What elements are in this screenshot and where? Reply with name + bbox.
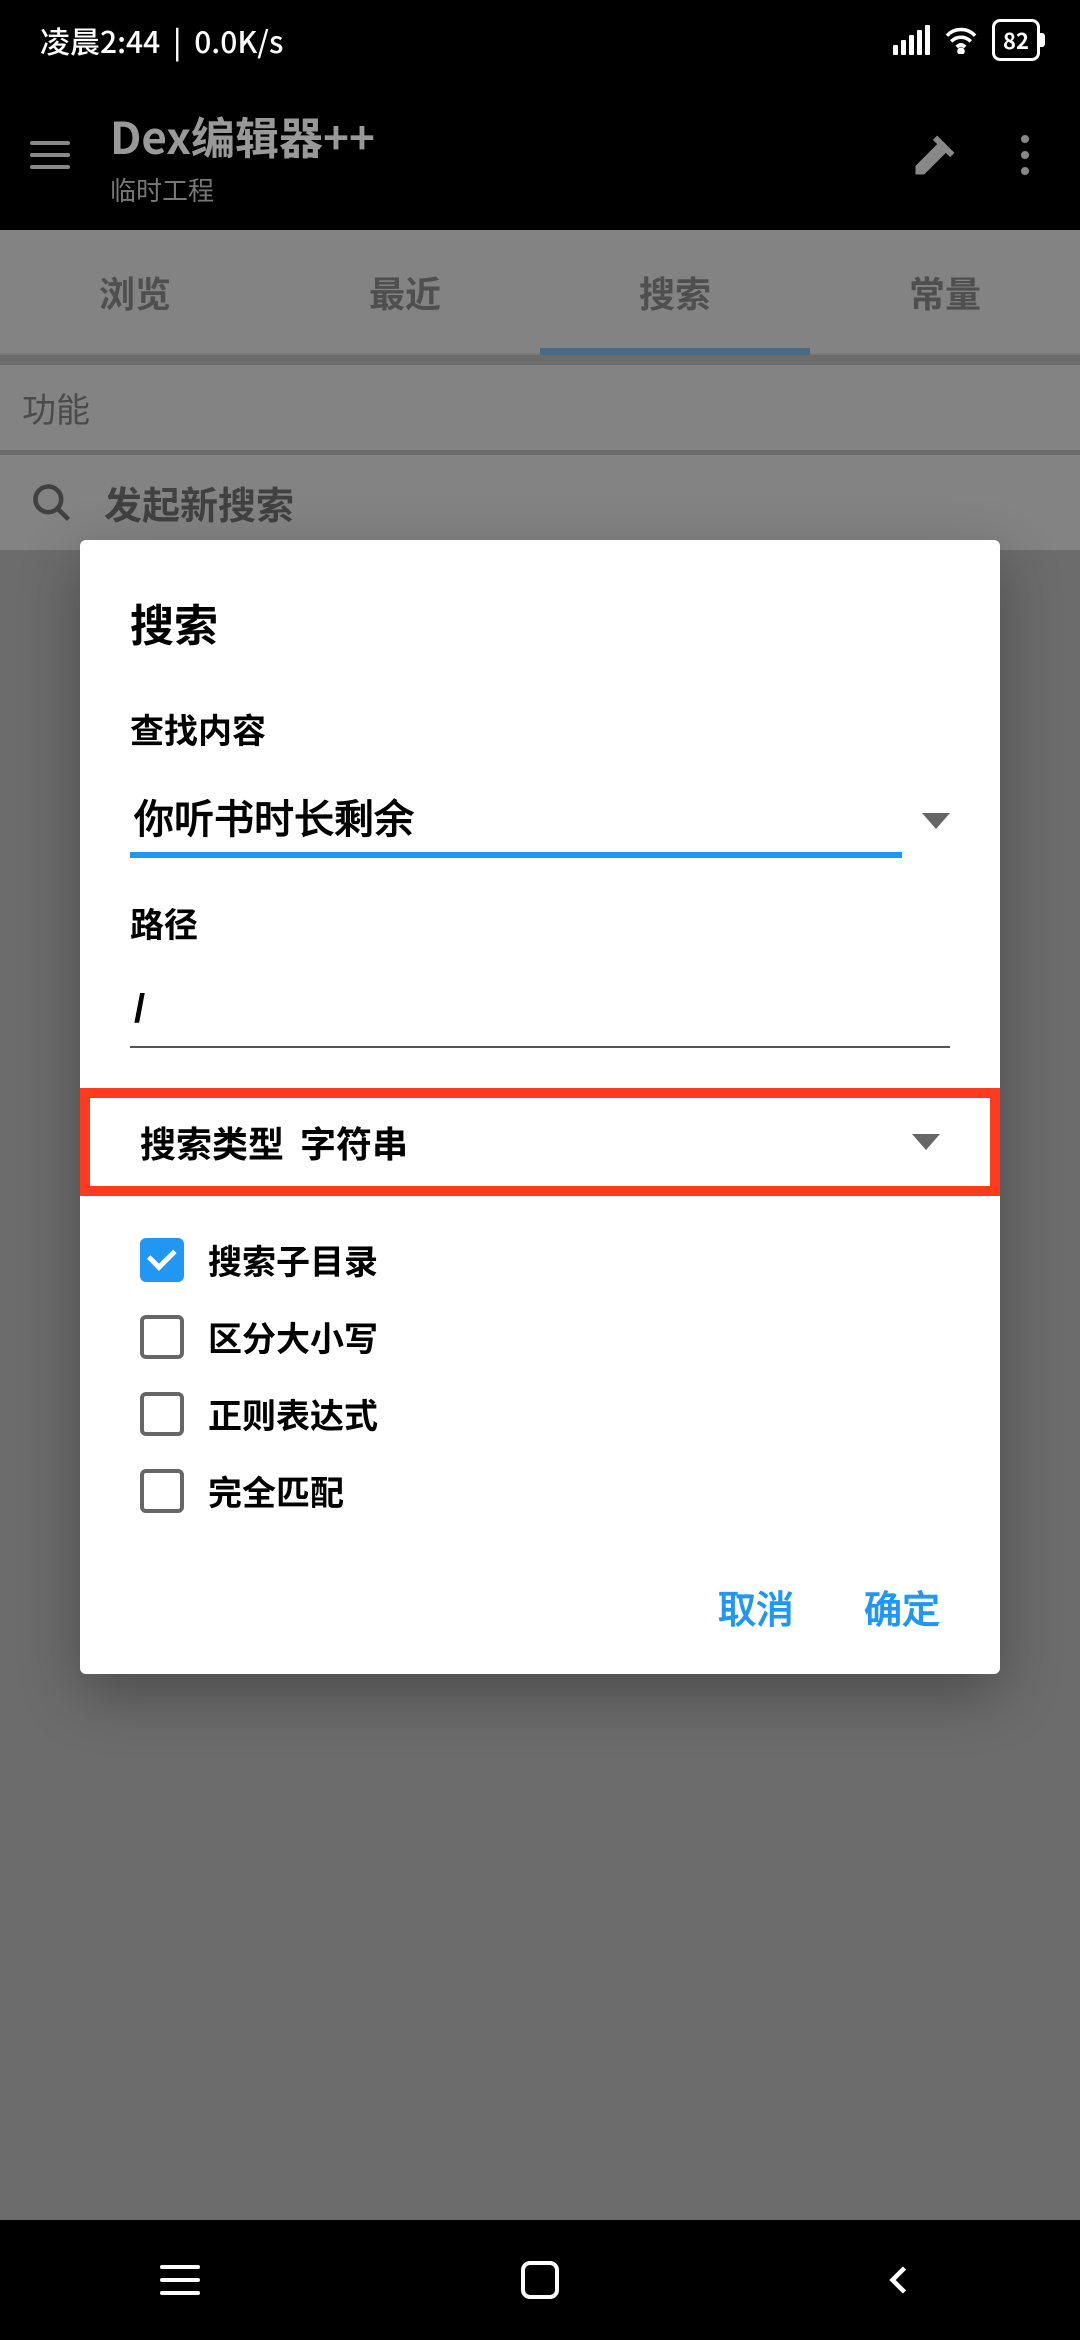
option-case-sensitive[interactable]: 区分大小写	[130, 1298, 950, 1375]
checkbox-sub-dirs[interactable]	[140, 1238, 184, 1282]
option-case-sensitive-label: 区分大小写	[208, 1312, 378, 1361]
wifi-icon	[944, 26, 978, 54]
search-type-label: 搜索类型	[140, 1116, 284, 1168]
option-regex-label: 正则表达式	[208, 1389, 378, 1438]
option-whole-match[interactable]: 完全匹配	[130, 1452, 950, 1529]
cancel-button[interactable]: 取消	[718, 1579, 794, 1634]
query-dropdown-icon[interactable]	[922, 813, 950, 829]
option-sub-dirs-label: 搜索子目录	[208, 1235, 378, 1284]
status-bar: 凌晨2:44 | 0.0K/s 82	[0, 0, 1080, 80]
search-dialog: 搜索 查找内容 路径 搜索类型 字符串 搜索子目录 区分大小写	[80, 540, 1000, 1674]
nav-back-icon[interactable]	[870, 2250, 930, 2310]
nav-home-icon[interactable]	[510, 2250, 570, 2310]
build-icon[interactable]	[900, 120, 970, 190]
app-bar: Dex编辑器++ 临时工程	[0, 80, 1080, 230]
dialog-title: 搜索	[130, 590, 950, 654]
app-subtitle: 临时工程	[110, 171, 900, 208]
checkbox-whole-match[interactable]	[140, 1469, 184, 1513]
confirm-button[interactable]: 确定	[864, 1579, 940, 1634]
status-netspeed: 0.0K/s	[194, 18, 283, 62]
app-title: Dex编辑器++	[110, 103, 900, 167]
menu-icon[interactable]	[20, 131, 80, 179]
path-label: 路径	[130, 898, 950, 947]
search-type-caret-icon	[912, 1134, 940, 1150]
search-type-selector[interactable]: 搜索类型 字符串	[80, 1088, 1000, 1196]
status-time: 凌晨2:44	[40, 18, 160, 62]
navigation-bar	[0, 2220, 1080, 2340]
search-type-value: 字符串	[300, 1116, 408, 1168]
battery-icon: 82	[992, 19, 1040, 61]
checkbox-case-sensitive[interactable]	[140, 1315, 184, 1359]
option-sub-dirs[interactable]: 搜索子目录	[130, 1221, 950, 1298]
checkbox-regex[interactable]	[140, 1392, 184, 1436]
signal-icon	[893, 25, 930, 55]
overflow-menu-icon[interactable]	[990, 120, 1060, 190]
query-label: 查找内容	[130, 704, 950, 753]
option-regex[interactable]: 正则表达式	[130, 1375, 950, 1452]
query-input[interactable]	[130, 783, 902, 858]
path-input[interactable]	[130, 977, 950, 1048]
nav-recent-icon[interactable]	[150, 2250, 210, 2310]
option-whole-match-label: 完全匹配	[208, 1466, 344, 1515]
